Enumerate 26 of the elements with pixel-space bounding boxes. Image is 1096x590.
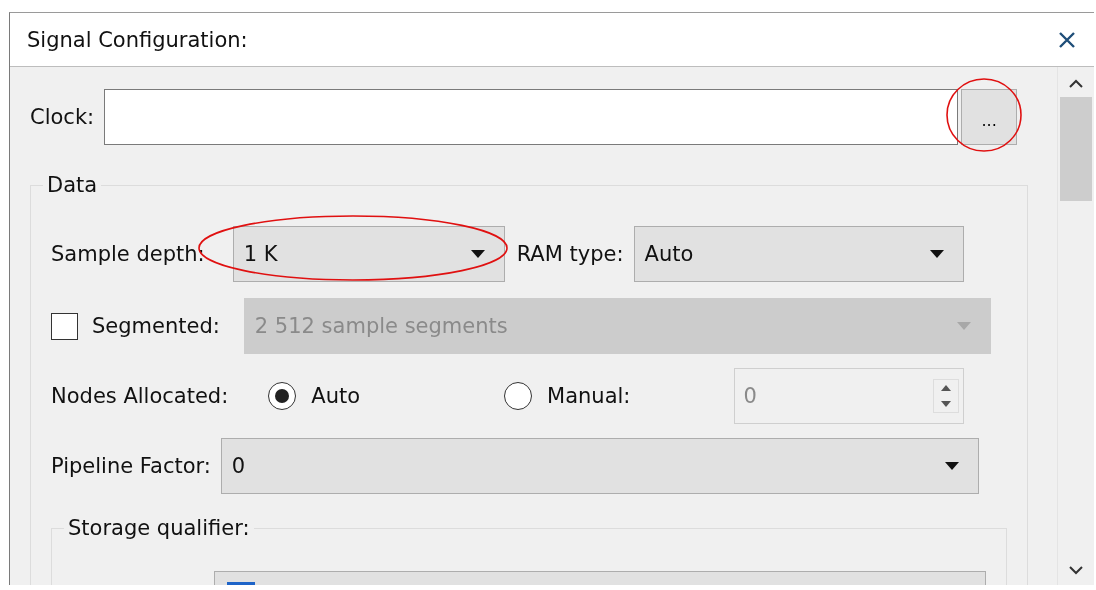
- ram-type-dropdown[interactable]: Auto: [633, 226, 964, 282]
- caret-icon: [928, 249, 945, 259]
- caret-icon: [955, 321, 972, 331]
- clock-label: Clock:: [30, 105, 95, 129]
- segmented-label: Segmented:: [92, 314, 220, 338]
- radio-button[interactable]: [504, 382, 533, 410]
- pipeline-factor-dropdown[interactable]: 0: [220, 438, 979, 494]
- radio-label: Auto: [311, 384, 361, 408]
- clock-field[interactable]: [104, 89, 959, 145]
- sample-depth-dropdown[interactable]: 1 K: [232, 226, 505, 282]
- scroll-up-icon[interactable]: [1068, 79, 1084, 89]
- nodes-allocated-label: Nodes Allocated:: [51, 384, 229, 408]
- scroll-thumb[interactable]: [1060, 97, 1092, 201]
- window-title: Signal Configuration:: [27, 27, 248, 52]
- radio-label: Manual:: [547, 384, 631, 408]
- scroll-down-icon[interactable]: [1068, 565, 1084, 575]
- caret-icon: [469, 249, 486, 259]
- group-title: Storage qualifier:: [64, 517, 254, 539]
- caret-icon: [943, 461, 960, 471]
- close-icon[interactable]: [1058, 30, 1076, 49]
- radio-button[interactable]: [268, 382, 297, 410]
- scrollbar[interactable]: [1057, 67, 1094, 585]
- browse-button[interactable]: ...: [961, 89, 1018, 145]
- pipeline-factor-label: Pipeline Factor:: [51, 454, 211, 478]
- sample-depth-label: Sample depth:: [51, 242, 205, 266]
- ram-type-label: RAM type:: [516, 242, 624, 266]
